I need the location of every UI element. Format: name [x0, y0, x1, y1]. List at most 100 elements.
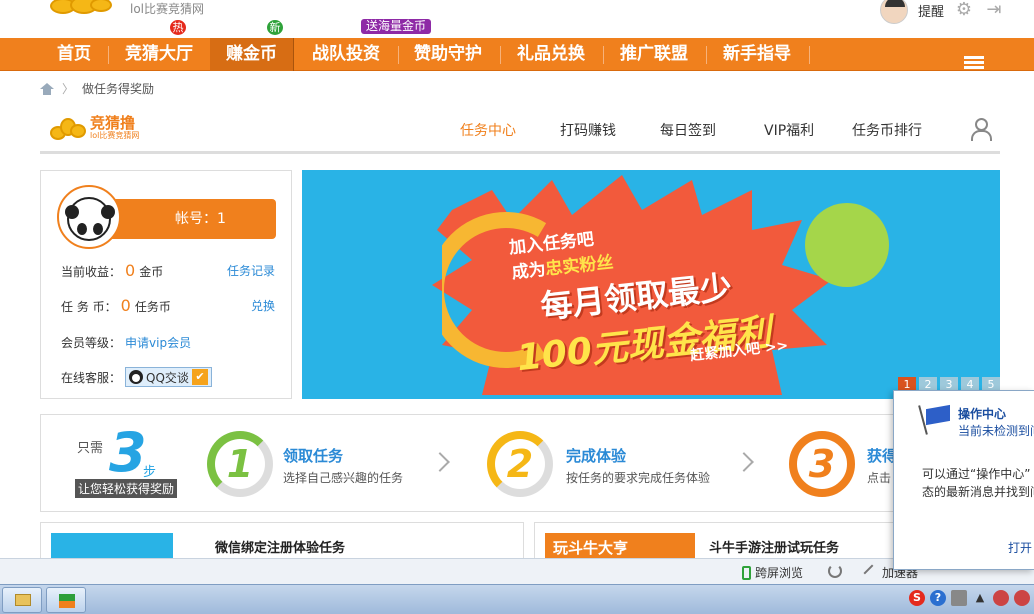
promo-banner[interactable]: 加入任务吧 成为忠实粉丝 每月领取最少 100元现金福利 赶紧加入吧 >> 1 … [302, 170, 1000, 399]
apply-vip-link[interactable]: 申请vip会员 [125, 334, 191, 351]
popup-subtitle: 当前未检测到问 [958, 424, 1034, 438]
tray-app-icon[interactable] [1014, 590, 1030, 606]
step3-ring: 3 [789, 431, 855, 497]
task-card-title[interactable]: 斗牛手游注册试玩任务 [709, 537, 839, 556]
nav-divider [706, 46, 707, 64]
taskbar-app-button[interactable] [46, 587, 86, 613]
user-area: 提醒 ⚙ ⇥ [879, 0, 1004, 24]
nav-divider [398, 46, 399, 64]
nav-item-promo-alliance[interactable]: 推广联盟 [605, 38, 703, 71]
task-logo[interactable]: 竞猜撸 lol比赛竞猜网 [48, 114, 139, 142]
task-coin-unit: 任务币 [134, 300, 171, 314]
chevron-up-icon[interactable]: ▲ [972, 590, 988, 606]
green-ball-shape [805, 203, 889, 287]
qq-penguin-icon [129, 370, 144, 384]
popup-title: 操作中心 [958, 407, 1007, 421]
task-card-title[interactable]: 微信绑定注册体验任务 [215, 537, 345, 556]
breadcrumb-current: 做任务得奖励 [82, 82, 155, 96]
step1-title: 领取任务 [283, 447, 344, 465]
nav-divider [809, 46, 810, 64]
step3-desc: 点击 [867, 471, 892, 485]
new-badge: 新 [267, 20, 283, 35]
logout-icon[interactable]: ⇥ [984, 0, 1004, 20]
step2-ring: 2 [487, 431, 553, 497]
task-logo-title: 竞猜撸 [90, 114, 136, 132]
member-level-row: 会员等级： 申请vip会员 [61, 334, 191, 351]
task-center-header: 竞猜撸 lol比赛竞猜网 任务中心 打码赚钱 每日签到 VIP福利 任务币排行 [40, 104, 1000, 154]
action-center-popup[interactable]: 操作中心 当前未检测到问 可以通过“操作中心” 态的最新消息并找到问 打开 [893, 390, 1034, 570]
nav-item-home[interactable]: 首页 [40, 38, 108, 71]
tab-task-center[interactable]: 任务中心 [460, 120, 516, 140]
popup-open-link[interactable]: 打开 [1008, 539, 1032, 556]
income-row: 当前收益： 0 金币 [61, 261, 163, 280]
steps-easy-label: 让您轻松获得奖励 [75, 479, 178, 498]
member-level-label: 会员等级： [61, 336, 122, 350]
nav-item-beginner-guide[interactable]: 新手指导 [708, 38, 806, 71]
main-nav: 首页 竞猜大厅 赚金币 战队投资 赞助守护 礼品兑换 推广联盟 新手指导 [0, 38, 1034, 71]
cross-screen-button[interactable]: 跨屏浏览 [742, 564, 803, 581]
step2-number: 2 [506, 442, 534, 486]
username[interactable]: 提醒 [918, 1, 944, 20]
task-logo-subtitle: lol比赛竞猜网 [90, 131, 140, 140]
income-unit: 金币 [139, 265, 164, 279]
windows-taskbar: S ? ▲ [0, 584, 1034, 614]
taskbar-explorer-button[interactable] [2, 587, 42, 613]
window-icon[interactable] [951, 590, 967, 606]
chevron-right-icon [430, 452, 450, 472]
steps-only-label: 只需 [77, 441, 104, 456]
flag-icon [922, 405, 952, 435]
task-record-link[interactable]: 任务记录 [227, 262, 275, 279]
nav-item-gift-exchange[interactable]: 礼品兑换 [502, 38, 600, 71]
user-icon[interactable] [970, 118, 992, 141]
home-icon[interactable] [40, 82, 54, 95]
hamburger-menu-icon[interactable] [964, 56, 984, 70]
customer-service-row: 在线客服： QQ交谈 ✔ [61, 367, 212, 387]
step3-number: 3 [808, 442, 836, 486]
qq-chat-label: QQ交谈 [146, 370, 189, 385]
top-strip: lol比赛竞猜网 提醒 ⚙ ⇥ [0, 0, 1034, 38]
site-logo-coins[interactable] [48, 0, 114, 16]
three-steps-panel: 只需 3 步 让您轻松获得奖励 1 领取任务 选择自己感兴趣的任务 2 完成体验… [40, 414, 900, 512]
income-value: 0 [125, 261, 136, 280]
nav-item-earn-coins[interactable]: 赚金币 [210, 38, 294, 71]
nav-item-guess-hall[interactable]: 竞猜大厅 [110, 38, 208, 71]
help-icon[interactable]: ? [930, 590, 946, 606]
step1-desc: 选择自己感兴趣的任务 [283, 471, 404, 485]
sogou-input-icon[interactable]: S [909, 590, 925, 606]
folder-icon [15, 594, 31, 606]
gear-icon[interactable]: ⚙ [954, 0, 974, 20]
tab-coin-ranking[interactable]: 任务币排行 [852, 120, 922, 140]
exchange-link[interactable]: 兑换 [251, 297, 275, 314]
chevron-right-icon [734, 452, 754, 472]
nav-item-team-invest[interactable]: 战队投资 [298, 38, 394, 71]
banner-line1: 加入任务吧 成为忠实粉丝 [508, 229, 615, 284]
avatar[interactable] [879, 0, 908, 24]
tab-captcha-earn[interactable]: 打码赚钱 [560, 120, 616, 140]
profile-card: 帐号：1 当前收益： 0 金币 任务记录 任 务 币： 0 任务币 兑换 会员等… [40, 170, 292, 399]
nav-item-sponsor[interactable]: 赞助守护 [400, 38, 496, 71]
rocket-icon [863, 564, 881, 581]
task-card-wechat[interactable]: 微信绑定注册体验任务 [40, 522, 524, 563]
panda-avatar [57, 185, 121, 249]
tab-daily-checkin[interactable]: 每日签到 [660, 120, 716, 140]
nav-divider [500, 46, 501, 64]
tab-vip-benefits[interactable]: VIP福利 [764, 120, 814, 140]
browser-status-bar: 跨屏浏览 加速器 [0, 558, 1034, 584]
tray-app-icon[interactable] [993, 590, 1009, 606]
task-coin-row: 任 务 币： 0 任务币 [61, 296, 171, 315]
step2-desc: 按任务的要求完成任务体验 [566, 471, 711, 485]
steps-bu-label: 步 [143, 465, 157, 480]
task-card-douniu[interactable]: 玩斗牛大亨 斗牛手游注册试玩任务 [534, 522, 900, 563]
phone-icon [742, 565, 751, 580]
site-subtitle: lol比赛竞猜网 [130, 2, 205, 16]
breadcrumb-separator: 〉 [62, 82, 75, 96]
breadcrumb: 〉 做任务得奖励 [40, 80, 154, 97]
refresh-icon-button[interactable] [828, 564, 842, 578]
task-coin-label: 任 务 币： [61, 300, 117, 314]
steps-big-number: 3 [109, 421, 147, 484]
popup-body: 可以通过“操作中心” 态的最新消息并找到问 [922, 467, 1034, 499]
customer-service-label: 在线客服： [61, 370, 122, 385]
nav-divider [603, 46, 604, 64]
step2-title: 完成体验 [566, 447, 627, 465]
qq-chat-button[interactable]: QQ交谈 ✔ [125, 367, 212, 387]
